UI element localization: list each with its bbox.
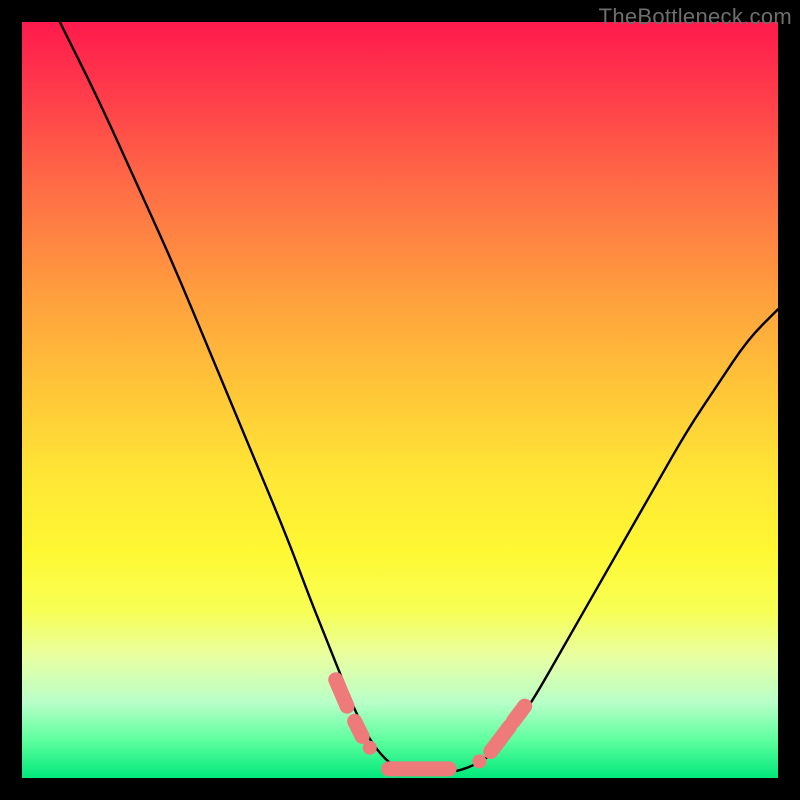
watermark-text: TheBottleneck.com (599, 4, 792, 30)
chart-frame: TheBottleneck.com (0, 0, 800, 800)
gradient-plot-area (22, 22, 778, 778)
